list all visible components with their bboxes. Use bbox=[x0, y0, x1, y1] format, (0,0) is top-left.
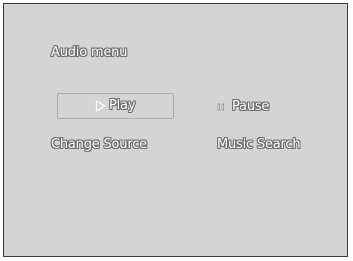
menu-title: Audio menu bbox=[51, 45, 128, 60]
change-source-button[interactable]: Change Source bbox=[51, 133, 147, 153]
change-source-label: Change Source bbox=[51, 137, 147, 152]
pause-label: Pause bbox=[232, 99, 270, 114]
pause-button[interactable]: Pause bbox=[217, 99, 269, 115]
play-button-content: Play bbox=[95, 98, 136, 114]
music-search-label: Music Search bbox=[217, 137, 301, 152]
music-search-button[interactable]: Music Search bbox=[217, 133, 301, 153]
audio-menu-screen: Audio menu Play Pause Change Source Musi… bbox=[3, 3, 348, 257]
play-button[interactable]: Play bbox=[57, 93, 174, 119]
pause-icon bbox=[217, 103, 225, 111]
play-icon bbox=[95, 100, 106, 112]
play-label: Play bbox=[109, 98, 136, 113]
